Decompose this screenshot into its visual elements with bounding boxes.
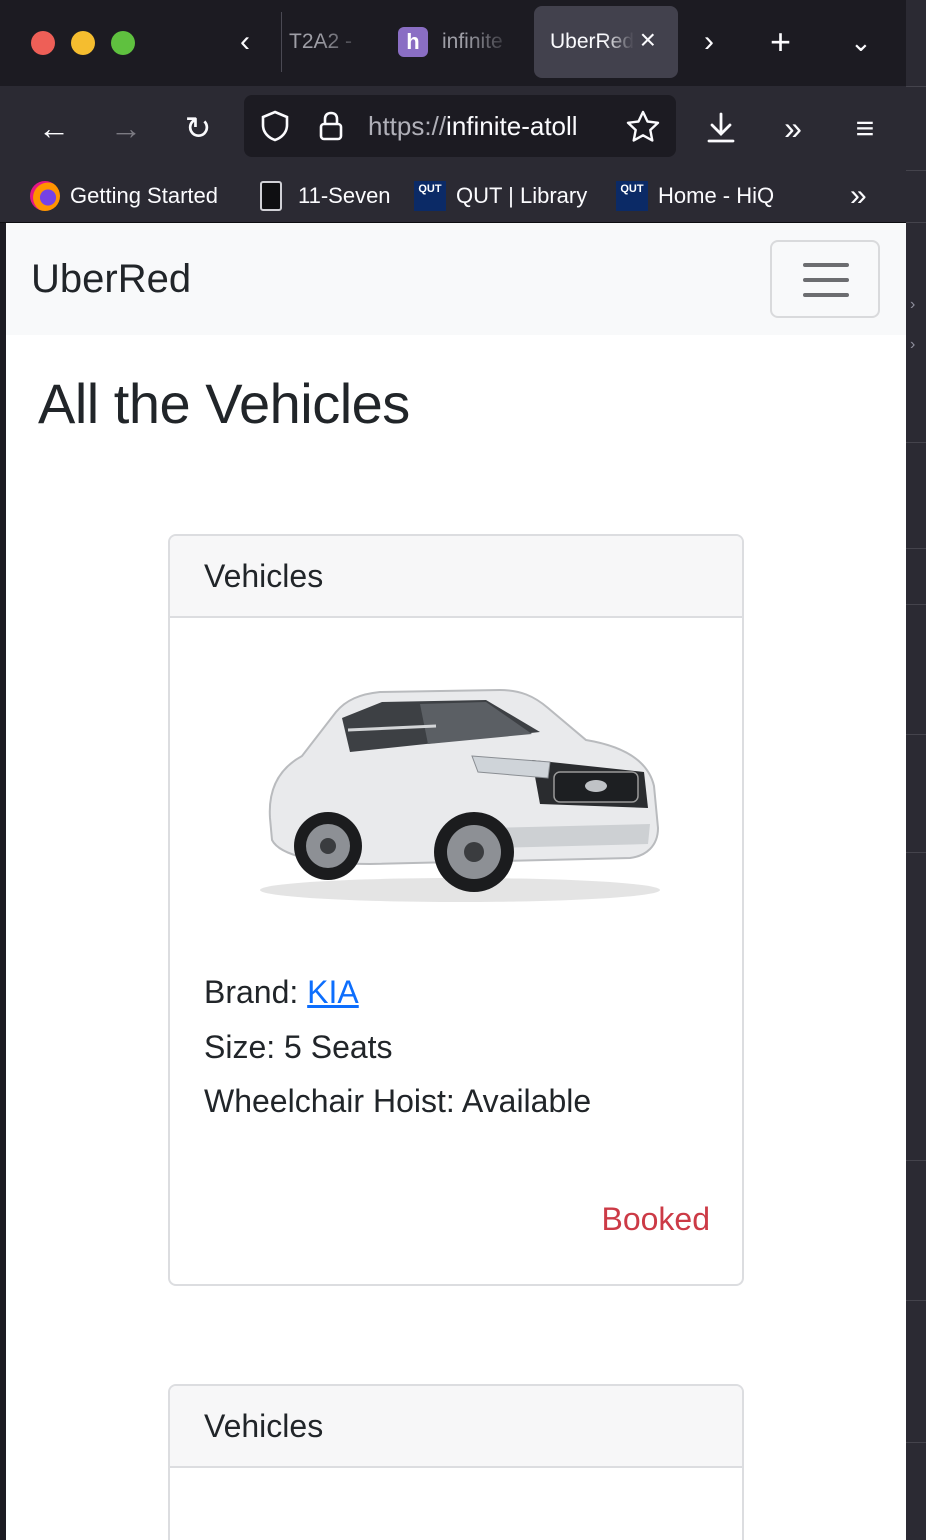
back-icon[interactable]: ← [30,104,78,152]
vehicle-card: Vehicles [168,534,744,1286]
vehicle-wheelchair-hoist: Wheelchair Hoist: Available [204,1083,592,1119]
firefox-icon [30,181,60,211]
bookmark-label: QUT | Library [456,183,588,208]
download-icon[interactable] [697,104,745,152]
menu-icon[interactable]: ≡ [841,104,889,152]
tab-separator [281,12,282,72]
tab-t2a2[interactable]: T2A2 - [289,6,369,78]
bookmarks-toolbar: Getting Started 11-Seven QUT QUT | Libra… [0,170,906,223]
shield-icon[interactable] [260,110,290,149]
new-tab-icon[interactable]: + [770,22,791,62]
list-tabs-icon[interactable]: ⌄ [850,22,872,62]
forward-icon[interactable]: → [102,104,150,152]
card-header: Vehicles [170,1386,742,1468]
vehicle-image [260,688,660,902]
vehicle-card: Vehicles [168,1384,744,1540]
bookmark-label: Getting Started [70,183,218,208]
close-tab-icon[interactable]: × [640,24,656,56]
vehicle-brand: Brand: KIA [204,974,359,1010]
more-bookmarks-icon[interactable]: » [850,180,867,212]
adjacent-window-edge: › › [906,0,926,1540]
qut-icon: QUT [414,181,446,211]
url-text[interactable]: https://infinite-atoll [368,111,578,142]
site-navbar: UberRed [6,223,906,335]
zoom-window-button[interactable] [111,31,135,55]
card-header: Vehicles [170,536,742,618]
heroku-icon: h [398,27,428,57]
navigation-toolbar: ← → ↻ https://infinite-atoll » ≡ [0,86,906,170]
status-badge: Booked [601,1201,710,1237]
bookmark-11-seven[interactable]: 11-Seven [260,180,391,212]
address-bar[interactable]: https://infinite-atoll [244,95,676,157]
bookmark-label: 11-Seven [298,183,391,208]
vehicle-size: Size: 5 Seats [204,1029,393,1065]
browser-window: ‹ T2A2 - h infinite UberRed × › + ⌄ ← → … [0,0,907,1540]
hamburger-icon [803,263,849,267]
bookmark-home-hiq[interactable]: QUT Home - HiQ [616,180,774,212]
site-brand[interactable]: UberRed [31,257,191,302]
scroll-tabs-right-icon[interactable]: › [704,22,714,62]
web-page: UberRed All the Vehicles Vehicles Brand:… [6,223,906,1540]
tab-infinite[interactable]: h infinite [398,6,516,78]
minimize-window-button[interactable] [71,31,95,55]
reload-icon[interactable]: ↻ [174,104,222,152]
qut-icon: QUT [616,181,648,211]
more-tools-icon[interactable]: » [769,104,817,152]
scroll-tabs-left-icon[interactable]: ‹ [240,22,250,62]
bookmark-label: Home - HiQ [658,183,775,208]
bookmark-qut-library[interactable]: QUT QUT | Library [414,180,587,212]
bookmark-getting-started[interactable]: Getting Started [30,180,218,212]
navbar-toggler-button[interactable] [770,240,880,318]
fuel-pump-icon [260,181,282,211]
tab-bar: ‹ T2A2 - h infinite UberRed × › + ⌄ [0,0,906,86]
close-window-button[interactable] [31,31,55,55]
tab-uberred[interactable]: UberRed × [534,6,678,78]
brand-link[interactable]: KIA [307,974,359,1010]
page-title: All the Vehicles [38,372,410,435]
lock-icon[interactable] [318,110,344,149]
bookmark-star-icon[interactable] [626,110,660,149]
